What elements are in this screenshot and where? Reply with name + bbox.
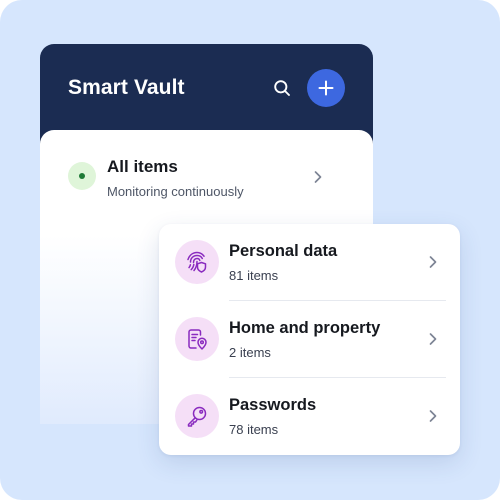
category-count: 81 items: [229, 268, 279, 283]
category-count: 78 items: [229, 422, 279, 437]
search-icon: [274, 80, 290, 96]
search-button[interactable]: [271, 77, 293, 99]
add-button[interactable]: [307, 69, 345, 107]
category-card: Personal data 81 items Home and property…: [159, 224, 460, 455]
plus-icon: [318, 80, 334, 96]
category-title: Passwords: [229, 396, 317, 414]
chevron-right-icon: [427, 409, 439, 423]
fingerprint-shield-icon: [175, 240, 219, 284]
chevron-right-icon: [312, 170, 324, 184]
chevron-right-icon: [427, 332, 439, 346]
key-icon: [175, 394, 219, 438]
category-count: 2 items: [229, 345, 271, 360]
category-row-personal-data[interactable]: Personal data 81 items: [159, 224, 460, 301]
category-row-home-and-property[interactable]: Home and property 2 items: [159, 301, 460, 378]
all-items-row[interactable]: All items Monitoring continuously: [40, 130, 373, 220]
chevron-right-icon: [427, 255, 439, 269]
category-title: Personal data: [229, 242, 338, 260]
all-items-subtitle: Monitoring continuously: [107, 184, 244, 199]
category-row-passwords[interactable]: Passwords 78 items: [159, 378, 460, 455]
all-items-title: All items: [107, 157, 178, 176]
document-pin-icon: [175, 317, 219, 361]
app-title: Smart Vault: [68, 76, 185, 99]
category-title: Home and property: [229, 319, 381, 337]
status-indicator: [68, 162, 96, 190]
status-dot-icon: [79, 173, 85, 179]
